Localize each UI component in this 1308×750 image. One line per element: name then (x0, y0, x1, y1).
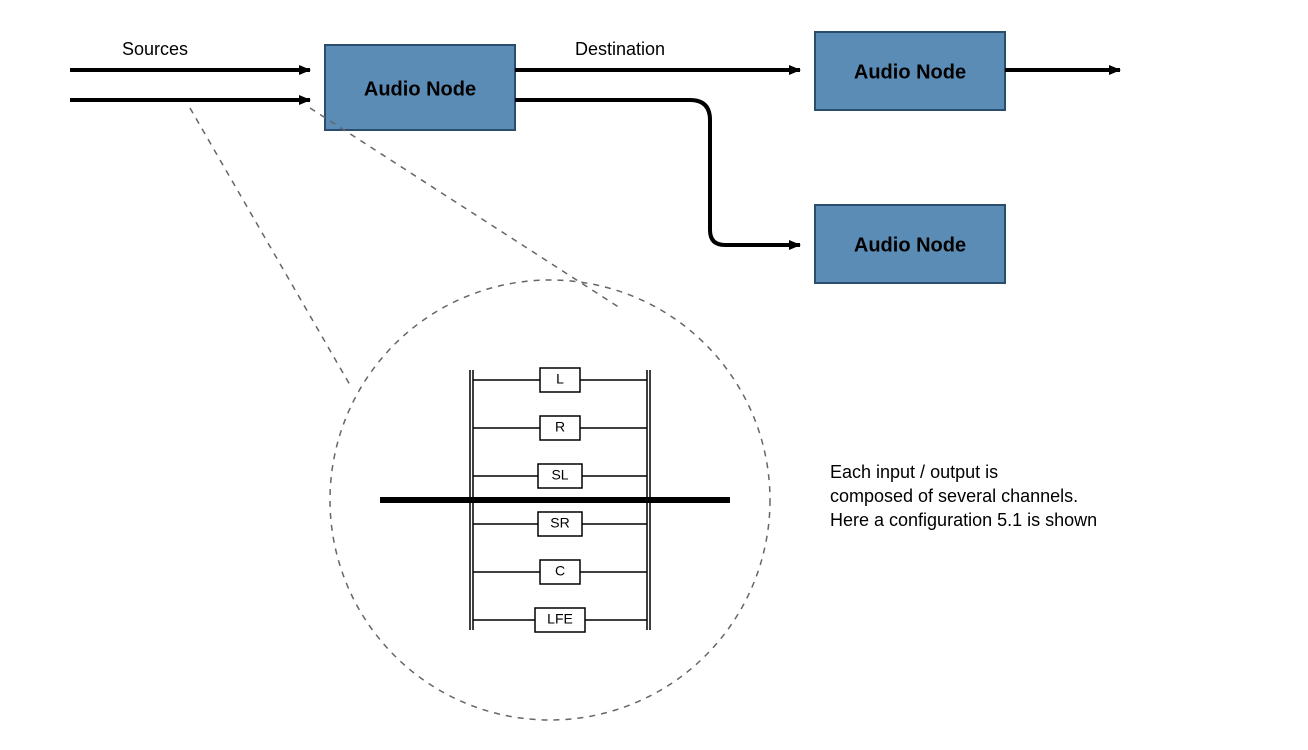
description-line-2: composed of several channels. (830, 486, 1078, 506)
audio-node-main-label: Audio Node (364, 78, 476, 100)
description-line-3: Here a configuration 5.1 is shown (830, 510, 1097, 530)
audio-node-bottom-label: Audio Node (854, 234, 966, 256)
diagram-canvas: Sources Audio Node Destination Audio Nod… (0, 0, 1308, 750)
channel-label-LFE: LFE (547, 611, 573, 627)
channel-label-SR: SR (550, 515, 569, 531)
sources-label: Sources (122, 39, 188, 59)
channel-label-L: L (556, 371, 564, 387)
destination-label: Destination (575, 39, 665, 59)
description-line-1: Each input / output is (830, 462, 998, 482)
callout-line-right (310, 108, 620, 308)
destination-arrow-bottom (515, 100, 800, 245)
callout-line-left (190, 108, 350, 385)
channel-label-SL: SL (551, 467, 568, 483)
channel-label-C: C (555, 563, 565, 579)
channel-label-R: R (555, 419, 565, 435)
audio-node-top-label: Audio Node (854, 61, 966, 83)
